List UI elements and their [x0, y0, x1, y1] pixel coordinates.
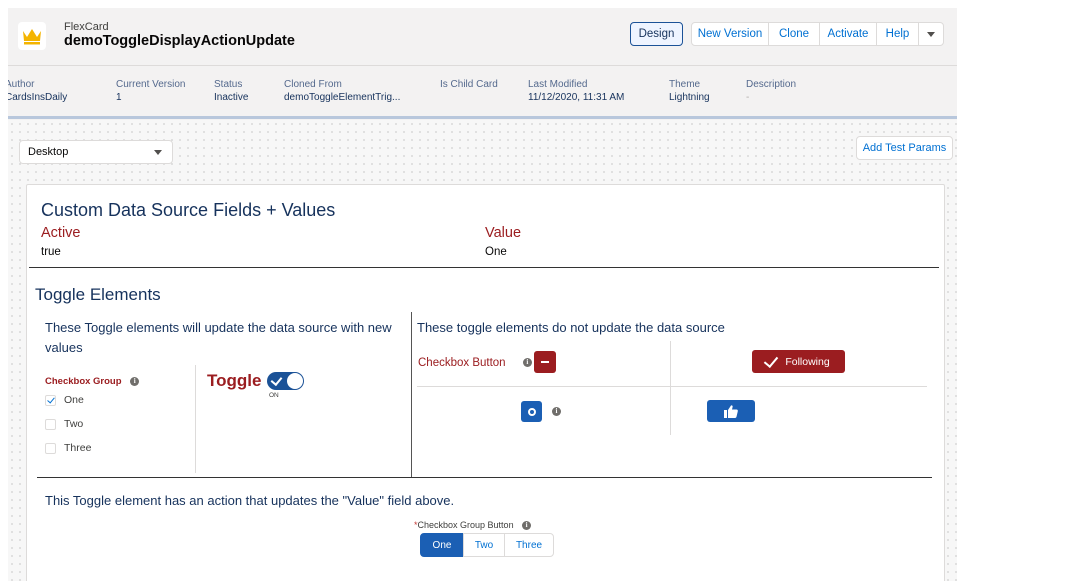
checkbox-label: Three — [64, 442, 92, 454]
checkbox-box[interactable] — [45, 442, 56, 454]
minus-icon — [541, 361, 549, 363]
toggle-switch[interactable] — [267, 372, 304, 390]
help-button[interactable]: Help — [876, 22, 919, 46]
info-icon[interactable]: i — [522, 521, 532, 531]
field-label-value: Value — [485, 225, 522, 241]
checkbox-group-label-text: Checkbox Group — [45, 376, 122, 387]
crown-icon — [18, 22, 46, 50]
new-version-button[interactable]: New Version — [691, 22, 769, 46]
bottom-description: This Toggle element has an action that u… — [45, 493, 455, 508]
following-button[interactable]: Following — [752, 350, 845, 373]
record-details: Author CardsInsDaily Current Version 1 Sta… — [8, 66, 957, 119]
detail-last-modified: Last Modified 11/12/2020, 11:31 AM — [528, 79, 625, 103]
field-label-active: Active — [41, 225, 81, 241]
icon-toggle-button[interactable] — [521, 401, 542, 422]
checkbox-group-button-label-text: Checkbox Group Button — [417, 520, 514, 530]
header-actions: Design New Version Clone Activate Help — [630, 22, 944, 46]
left-description: These Toggle elements will update the da… — [45, 320, 392, 355]
chevron-down-icon — [927, 31, 935, 37]
checkbox-group-label: Checkbox Group i — [45, 376, 140, 387]
device-select[interactable]: Desktop — [19, 140, 173, 164]
segment-three[interactable]: Three — [504, 533, 554, 557]
check-icon — [764, 352, 779, 368]
checkbox-two[interactable]: Two — [45, 418, 83, 430]
detail-is-child-card: Is Child Card — [440, 79, 498, 90]
divider — [670, 341, 671, 435]
toggle-label: Toggle — [207, 371, 262, 390]
checkbox-box[interactable] — [45, 418, 56, 430]
segment-two[interactable]: Two — [463, 533, 505, 557]
check-icon — [270, 373, 283, 387]
following-label: Following — [785, 355, 830, 368]
card-title: Custom Data Source Fields + Values — [41, 200, 336, 220]
section-title-toggle: Toggle Elements — [35, 285, 161, 304]
toggle-state-label: ON — [269, 392, 279, 399]
info-icon[interactable]: i — [522, 358, 532, 368]
more-actions-button[interactable] — [918, 22, 944, 46]
design-canvas: Desktop Add Test Params Custom Data Sour… — [8, 120, 957, 581]
flexcard-preview: Custom Data Source Fields + Values Activ… — [26, 184, 945, 581]
checkbox-box[interactable] — [45, 394, 56, 406]
divider — [417, 386, 927, 387]
field-value-value: One — [485, 246, 507, 258]
design-button[interactable]: Design — [630, 22, 683, 46]
divider — [195, 365, 196, 473]
circle-icon — [527, 407, 536, 416]
segment-one[interactable]: One — [420, 533, 464, 557]
flexcard-designer: FlexCard demoToggleDisplayActionUpdate D… — [8, 8, 957, 581]
add-test-params-button[interactable]: Add Test Params — [856, 136, 953, 160]
checkbox-group-button: One Two Three — [420, 533, 554, 557]
checkbox-one[interactable]: One — [45, 394, 84, 406]
like-button[interactable] — [707, 400, 755, 422]
divider — [411, 312, 412, 477]
info-icon[interactable]: i — [130, 376, 140, 386]
checkbox-group-button-label: *Checkbox Group Button i — [414, 520, 532, 531]
checkbox-label: One — [64, 394, 84, 406]
detail-cloned-from: Cloned From demoToggleElementTrig... — [284, 79, 401, 103]
right-description: These toggle elements do not update the … — [417, 320, 725, 335]
divider — [29, 267, 939, 268]
checkbox-three[interactable]: Three — [45, 442, 91, 454]
page-header: FlexCard demoToggleDisplayActionUpdate D… — [8, 8, 957, 66]
detail-description: Description - — [746, 79, 797, 103]
divider — [37, 477, 932, 478]
checkbox-button[interactable] — [534, 351, 556, 373]
thumbs-up-icon — [724, 404, 738, 418]
device-select-value: Desktop — [28, 146, 69, 158]
info-icon[interactable]: i — [552, 407, 561, 416]
clone-button[interactable]: Clone — [768, 22, 820, 46]
detail-current-version: Current Version 1 — [116, 79, 186, 103]
page-title: demoToggleDisplayActionUpdate — [64, 33, 295, 49]
detail-theme: Theme Lightning — [669, 79, 710, 103]
checkbox-label: Two — [64, 418, 84, 430]
detail-status: Status Inactive — [214, 79, 249, 103]
chevron-down-icon — [154, 150, 162, 155]
field-value-active: true — [41, 246, 61, 258]
activate-button[interactable]: Activate — [819, 22, 877, 46]
object-type-label: FlexCard — [64, 21, 109, 33]
checkbox-button-label: Checkbox Button i — [418, 357, 532, 369]
detail-author: Author CardsInsDaily — [8, 79, 68, 103]
checkbox-button-label-text: Checkbox Button — [418, 357, 506, 369]
